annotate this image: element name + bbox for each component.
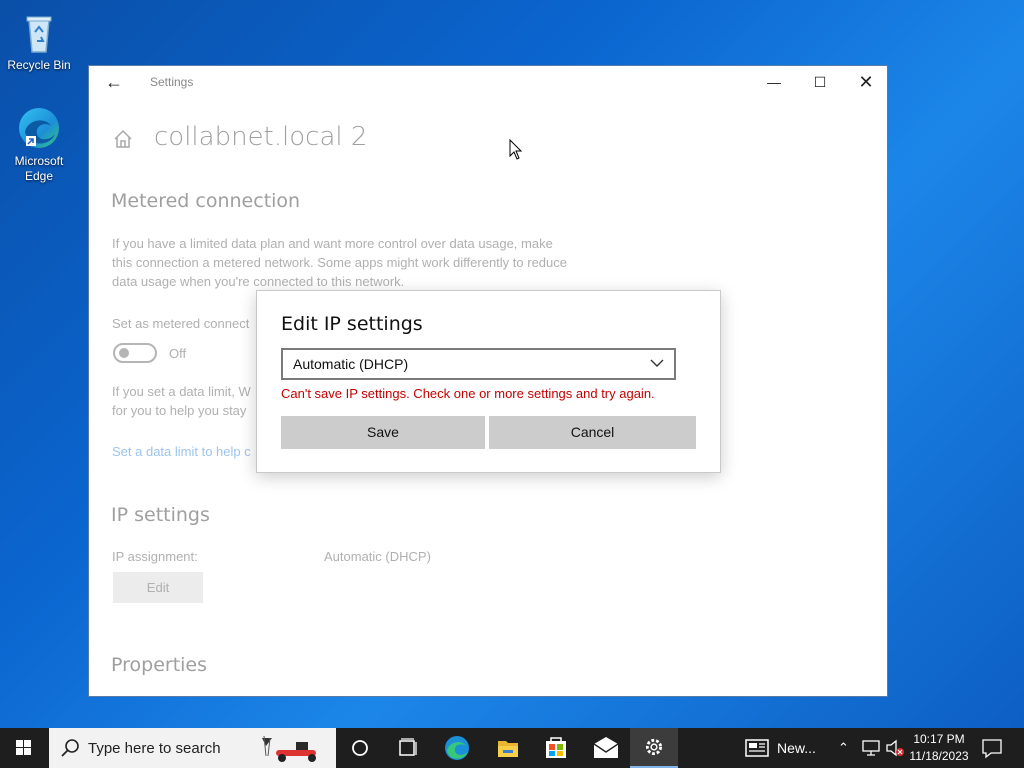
search-icon — [61, 739, 79, 757]
chevron-up-icon[interactable]: ⌃ — [838, 728, 856, 768]
mouse-cursor-icon — [509, 139, 523, 160]
metered-description: If you have a limited data plan and want… — [112, 236, 567, 289]
error-message: Can't save IP settings. Check one or mor… — [281, 386, 655, 401]
minimize-button[interactable]: — — [751, 66, 797, 98]
ip-mode-selected: Automatic (DHCP) — [293, 356, 409, 372]
microsoft-store-icon[interactable] — [532, 728, 580, 768]
desktop-icon-label: Recycle Bin — [7, 58, 71, 72]
dialog-title: Edit IP settings — [281, 313, 423, 335]
save-button[interactable]: Save — [281, 416, 485, 449]
news-widget[interactable]: New... — [738, 728, 828, 768]
file-explorer-icon[interactable] — [484, 728, 532, 768]
ip-assignment-value: Automatic (DHCP) — [324, 549, 431, 564]
data-limit-link[interactable]: Set a data limit to help c — [112, 444, 251, 459]
title-bar: ← Settings — ☐ ✕ — [89, 66, 887, 98]
volume-muted-icon[interactable] — [884, 728, 906, 768]
chevron-down-icon — [650, 359, 664, 367]
clock-time: 10:17 PM — [913, 732, 965, 746]
news-icon — [745, 739, 769, 757]
desktop-icon-recycle-bin[interactable]: Recycle Bin — [3, 8, 75, 73]
ip-settings-heading: IP settings — [111, 504, 210, 526]
clock-date: 11/18/2023 — [909, 749, 969, 763]
page-title: collabnet.local 2 — [154, 122, 368, 152]
cancel-button[interactable]: Cancel — [489, 416, 696, 449]
recycle-bin-icon — [26, 16, 52, 53]
taskbar: Type here to search New... ⌃ 10:17 PM 11… — [0, 728, 1024, 768]
maximize-button[interactable]: ☐ — [797, 66, 843, 98]
ip-mode-dropdown[interactable]: Automatic (DHCP) — [281, 348, 676, 380]
search-highlight-icon — [262, 735, 316, 762]
desktop-icon-edge[interactable]: Microsoft Edge — [3, 104, 75, 184]
search-placeholder: Type here to search — [88, 740, 221, 757]
system-clock[interactable]: 10:17 PM 11/18/2023 — [906, 731, 972, 765]
close-button[interactable]: ✕ — [843, 66, 887, 98]
properties-heading: Properties — [111, 654, 208, 676]
metered-toggle[interactable] — [113, 343, 157, 363]
edge-icon — [19, 108, 59, 148]
cortana-icon[interactable] — [336, 728, 384, 768]
home-icon[interactable] — [112, 128, 134, 150]
desktop-icon-label: Microsoft Edge — [14, 154, 64, 183]
settings-taskbar-icon[interactable] — [630, 728, 678, 768]
edit-ip-button[interactable]: Edit — [113, 572, 203, 603]
taskbar-search-box[interactable]: Type here to search — [49, 728, 336, 768]
edit-ip-dialog: Edit IP settings Automatic (DHCP) Can't … — [256, 290, 721, 473]
window-title: Settings — [150, 75, 194, 89]
news-label: New... — [777, 740, 816, 756]
task-view-icon[interactable] — [384, 728, 432, 768]
windows-start-icon[interactable] — [0, 728, 48, 768]
network-icon[interactable] — [860, 728, 882, 768]
edge-taskbar-icon[interactable] — [432, 728, 480, 768]
mail-icon[interactable] — [582, 728, 630, 768]
back-arrow-icon[interactable]: ← — [103, 71, 125, 93]
metered-connection-heading: Metered connection — [111, 190, 301, 212]
notification-icon[interactable] — [980, 728, 1004, 768]
